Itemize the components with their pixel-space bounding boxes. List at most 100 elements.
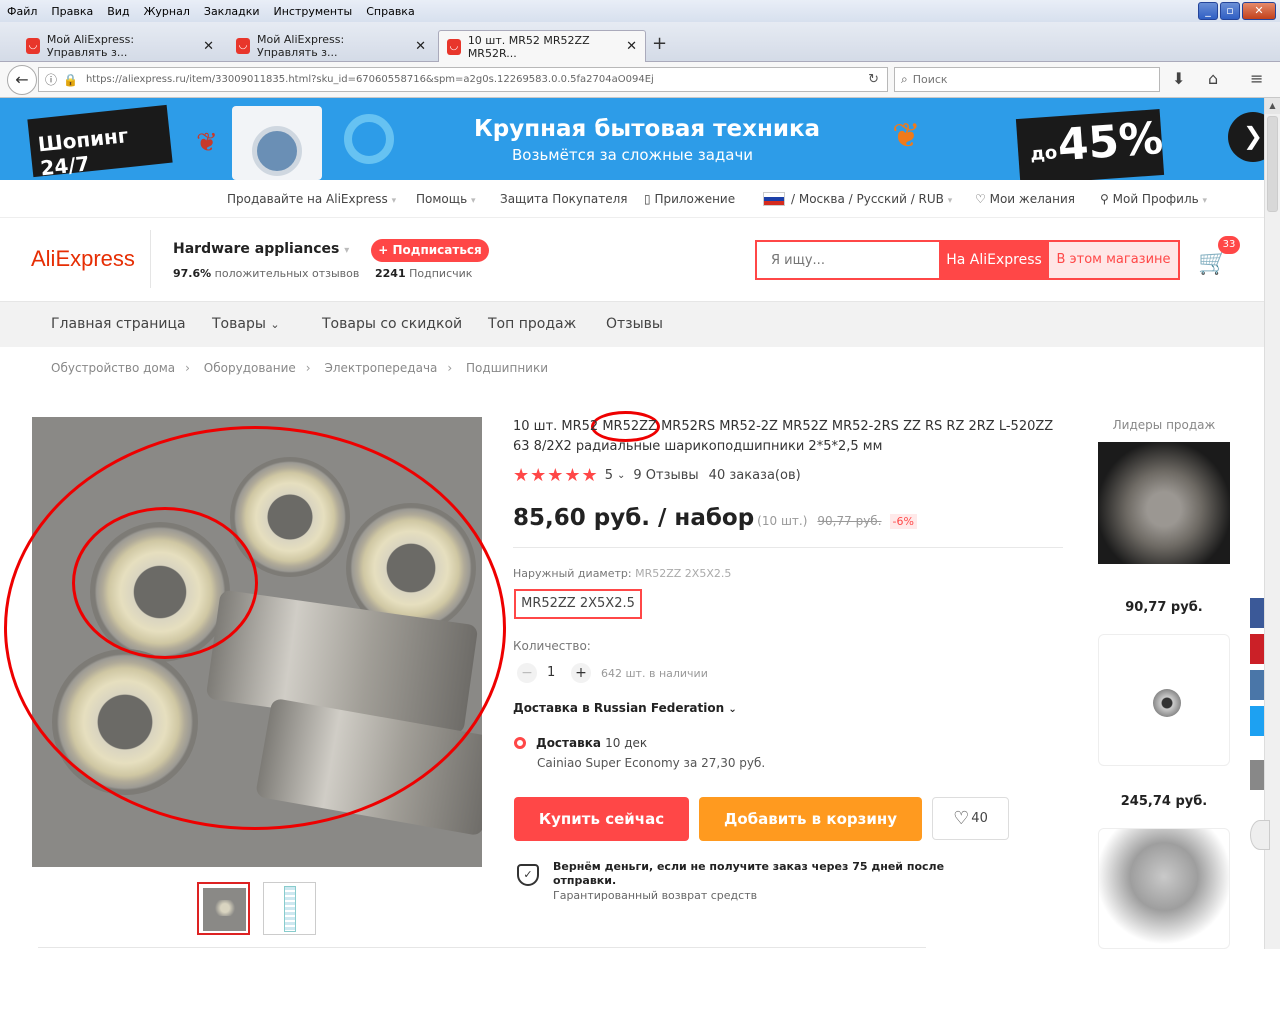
url-text: https://aliexpress.ru/item/33009011835.h… xyxy=(85,74,654,85)
close-window-icon[interactable]: ✕ xyxy=(1242,2,1276,20)
app-link[interactable]: ▯ Приложение xyxy=(644,192,735,206)
reviews-link[interactable]: 9 Отзывы xyxy=(633,468,698,483)
breadcrumb-item[interactable]: Обустройство дома xyxy=(51,361,175,375)
rating-value[interactable]: 5 xyxy=(605,468,613,483)
quantity-plus-button[interactable]: + xyxy=(571,663,591,683)
quantity-value[interactable]: 1 xyxy=(547,665,555,680)
share-more-icon[interactable] xyxy=(1250,760,1264,790)
promo-banner[interactable]: Шопинг 24/7 ❦ Крупная бытовая техника Во… xyxy=(0,98,1264,180)
banner-title: Крупная бытовая техника xyxy=(474,116,821,142)
tab-bar: ◡ Мой AliExpress: Управлять з... ✕ ◡ Мой… xyxy=(0,22,1280,62)
twitter-share-icon[interactable] xyxy=(1250,706,1264,736)
wish-count: 40 xyxy=(971,811,988,826)
buy-now-button[interactable]: Купить сейчас xyxy=(514,797,689,841)
browser-tab-1[interactable]: ◡ Мой AliExpress: Управлять з... ✕ xyxy=(18,30,222,62)
search-aliexpress-button[interactable]: На AliExpress xyxy=(939,242,1049,278)
pinterest-share-icon[interactable] xyxy=(1250,634,1264,664)
store-name[interactable]: Hardware appliances ▾ xyxy=(173,241,349,257)
menu-view[interactable]: Вид xyxy=(100,5,136,18)
maximize-icon[interactable]: ▫ xyxy=(1220,2,1240,20)
divider xyxy=(38,947,926,948)
chevron-down-icon: ▾ xyxy=(344,245,350,256)
buyer-protection-link[interactable]: Защита Покупателя xyxy=(500,192,627,206)
site-search-input[interactable] xyxy=(757,242,939,278)
quantity-minus-button[interactable]: − xyxy=(517,663,537,683)
products-label: Товары xyxy=(212,316,266,332)
sidebar-heading: Лидеры продаж xyxy=(1112,418,1216,432)
shield-check-icon: ✓ xyxy=(517,864,539,886)
breadcrumb-item[interactable]: Оборудование xyxy=(204,361,296,375)
store-nav-home[interactable]: Главная страница xyxy=(51,316,186,332)
search-store-button[interactable]: В этом магазине xyxy=(1049,242,1178,278)
sell-link[interactable]: Продавайте на AliExpress ▾ xyxy=(227,192,396,206)
sidebar-product-image[interactable] xyxy=(1098,828,1230,949)
aliexpress-logo[interactable]: AliExpress xyxy=(31,246,135,272)
wishlist-link[interactable]: ♡ Мои желания xyxy=(975,192,1075,206)
chevron-right-icon: › xyxy=(185,361,190,375)
option-mr52zz-button[interactable]: MR52ZZ 2X5X2.5 xyxy=(514,589,642,619)
banner-badge: Шопинг 24/7 xyxy=(27,104,173,180)
chevron-down-icon: ⌄ xyxy=(270,318,280,331)
help-link[interactable]: Помощь ▾ xyxy=(416,192,476,206)
store-nav-top[interactable]: Топ продаж xyxy=(488,316,576,332)
address-bar[interactable]: ⓘ 🔒 https://aliexpress.ru/item/330090118… xyxy=(38,67,888,92)
site-search: На AliExpress В этом магазине xyxy=(755,240,1180,280)
price-block: 85,60 руб. / набор (10 шт.) 90,77 руб. -… xyxy=(513,505,917,531)
breadcrumb-item[interactable]: Подшипники xyxy=(466,361,548,375)
browser-search-input[interactable] xyxy=(912,73,1133,86)
sidebar-item[interactable] xyxy=(1098,634,1230,766)
reload-icon[interactable]: ↻ xyxy=(868,72,879,87)
browser-tab-3-active[interactable]: ◡ 10 шт. MR52 MR52ZZ MR52R... ✕ xyxy=(438,30,646,62)
option-value-text: MR52ZZ 2X5X2.5 xyxy=(635,567,732,580)
subscribe-button[interactable]: + Подписаться xyxy=(371,239,489,262)
profile-link[interactable]: ⚲ Мой Профиль ▾ xyxy=(1100,192,1207,206)
old-price: 90,77 руб. xyxy=(817,514,882,528)
menu-help[interactable]: Справка xyxy=(359,5,421,18)
minimize-icon[interactable]: _ xyxy=(1198,2,1218,20)
download-icon[interactable]: ⬇ xyxy=(1172,69,1185,88)
banner-next-arrow-icon[interactable]: ❯ xyxy=(1228,112,1264,162)
product-thumbnail-2[interactable] xyxy=(263,882,316,935)
delivery-radio-icon[interactable] xyxy=(514,737,526,749)
menu-tools[interactable]: Инструменты xyxy=(267,5,360,18)
hamburger-menu-icon[interactable]: ≡ xyxy=(1250,69,1263,88)
close-tab-icon[interactable]: ✕ xyxy=(203,39,214,54)
leaf-icon: ❦ xyxy=(892,116,921,156)
close-tab-icon[interactable]: ✕ xyxy=(415,39,426,54)
chevron-down-icon: ▾ xyxy=(1202,196,1208,206)
chevron-down-icon[interactable]: ⌄ xyxy=(617,470,625,481)
sidebar-item[interactable] xyxy=(1098,828,1230,949)
back-arrow-icon[interactable]: ← xyxy=(7,65,37,95)
product-thumbnail-1[interactable] xyxy=(197,882,250,935)
breadcrumb-item[interactable]: Электропередача xyxy=(324,361,437,375)
store-nav-products[interactable]: Товары ⌄ xyxy=(212,316,280,332)
menu-history[interactable]: Журнал xyxy=(137,5,197,18)
sidebar-product-image[interactable] xyxy=(1098,442,1230,564)
menu-file[interactable]: Файл xyxy=(0,5,44,18)
chevron-down-icon: ▾ xyxy=(391,196,397,206)
new-tab-icon[interactable]: + xyxy=(652,33,667,54)
vk-share-icon[interactable] xyxy=(1250,670,1264,700)
menu-bookmarks[interactable]: Закладки xyxy=(197,5,267,18)
scrollbar-thumb[interactable] xyxy=(1267,116,1278,212)
region-selector[interactable]: / Москва / Русский / RUB ▾ xyxy=(763,192,952,206)
scroll-up-arrow-icon[interactable]: ▲ xyxy=(1265,98,1280,114)
close-panel-icon[interactable] xyxy=(1250,820,1270,850)
browser-search-box[interactable]: ⌕ xyxy=(894,67,1160,92)
close-tab-icon[interactable]: ✕ xyxy=(626,39,637,54)
add-to-cart-button[interactable]: Добавить в корзину xyxy=(699,797,922,841)
orders-count: 40 заказа(ов) xyxy=(708,468,801,483)
menu-edit[interactable]: Правка xyxy=(44,5,100,18)
app-label: Приложение xyxy=(654,192,736,206)
store-nav-reviews[interactable]: Отзывы xyxy=(606,316,663,332)
info-icon[interactable]: ⓘ xyxy=(45,71,57,88)
home-icon[interactable]: ⌂ xyxy=(1208,69,1218,88)
ship-to-selector[interactable]: Доставка в Russian Federation ⌄ xyxy=(513,701,737,715)
carrier-info: Cainiao Super Economy за 27,30 руб. xyxy=(537,756,766,770)
sidebar-product-image[interactable] xyxy=(1098,634,1230,766)
browser-tab-2[interactable]: ◡ Мой AliExpress: Управлять з... ✕ xyxy=(228,30,434,62)
discount-prefix: до xyxy=(1029,142,1058,166)
add-to-wishlist-button[interactable]: ♡ 40 xyxy=(932,797,1009,840)
store-nav-sale[interactable]: Товары со скидкой xyxy=(322,316,462,332)
facebook-share-icon[interactable] xyxy=(1250,598,1264,628)
